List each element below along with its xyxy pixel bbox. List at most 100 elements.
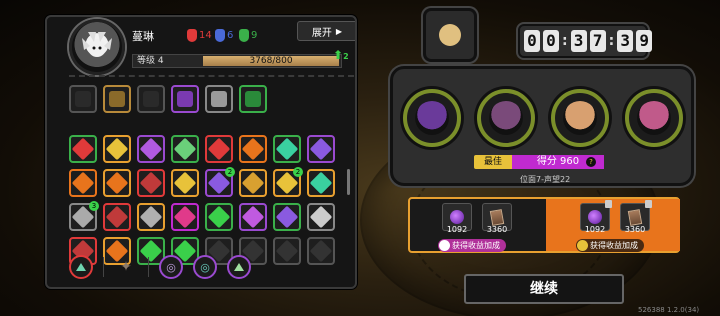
skill-icon	[173, 171, 197, 195]
info-icon[interactable]: ?	[586, 157, 596, 167]
skill-icon	[275, 205, 299, 229]
skill-slot[interactable]: 3	[69, 201, 99, 231]
skill-slot[interactable]	[171, 203, 199, 231]
crowned-mask-icon	[489, 101, 523, 135]
glasses-face-icon	[563, 101, 597, 135]
skill-slot[interactable]	[205, 203, 233, 231]
skill-icon	[105, 205, 129, 229]
relic-empty-icon	[143, 91, 159, 107]
skill-icon	[105, 137, 129, 161]
level-label: 等级 4	[137, 56, 164, 66]
rank-red-value: 14	[199, 30, 212, 41]
vertical-divider	[103, 257, 104, 277]
expand-button[interactable]: 展开 ▶	[297, 21, 355, 41]
filter-green-triangle-button[interactable]	[69, 255, 93, 279]
skill-icon	[275, 239, 299, 263]
red-mask-icon	[187, 29, 197, 42]
relic-empty-icon	[75, 91, 91, 107]
skill-slot[interactable]	[69, 169, 97, 197]
reward-bonus-tag[interactable]: 获得收益加成	[438, 239, 506, 252]
hero-glasses[interactable]	[551, 89, 609, 147]
reward-card-value-locked: 3360	[624, 225, 646, 234]
skill-icon	[105, 171, 129, 195]
skill-slot[interactable]	[307, 237, 335, 265]
hero-crowned-mask[interactable]	[477, 89, 535, 147]
relic-row	[69, 85, 267, 113]
reward-bonus-tag-locked[interactable]: 获得收益加成	[576, 239, 644, 252]
blossom-icon	[637, 101, 671, 135]
relic-gold-mask-icon	[109, 91, 125, 107]
green-mask-icon	[239, 29, 249, 42]
skill-slot[interactable]	[103, 135, 131, 163]
skill-slot[interactable]	[171, 135, 199, 163]
character-name: 蔓琳	[132, 30, 154, 43]
skill-slot[interactable]	[137, 169, 165, 197]
timer-digit: 0	[543, 30, 559, 52]
vertical-divider	[148, 257, 149, 277]
rank-blue-value: 6	[227, 30, 234, 41]
card-icon	[627, 208, 643, 226]
filter-triangle-button[interactable]	[227, 255, 251, 279]
skill-level-badge: 3	[89, 201, 99, 211]
play-arrow-icon: ▶	[335, 26, 343, 36]
skill-slot[interactable]	[171, 169, 199, 197]
play-circle-icon	[439, 240, 450, 251]
skill-slot[interactable]	[239, 203, 267, 231]
reward-card-value: 3360	[486, 225, 508, 234]
filter-cyan-button[interactable]: ◎	[193, 255, 217, 279]
skill-icon	[207, 137, 231, 161]
skill-slot[interactable]	[273, 237, 301, 265]
relic-silver-bag[interactable]	[205, 85, 233, 113]
skill-slot[interactable]	[273, 203, 301, 231]
skill-slot[interactable]	[307, 203, 335, 231]
skill-slot[interactable]	[69, 135, 97, 163]
relic-purple-scythe[interactable]	[171, 85, 199, 113]
boss-crown-badge[interactable]	[423, 8, 477, 62]
skill-slot[interactable]	[273, 135, 301, 163]
relic-empty[interactable]	[69, 85, 97, 113]
hero-purple-hood[interactable]	[403, 89, 461, 147]
reward-panel: 1092 3360 获得收益加成 1092 3360 获得收益加成	[408, 197, 680, 253]
skill-slot[interactable]	[103, 169, 131, 197]
skill-icon	[207, 205, 231, 229]
skill-icon	[309, 239, 333, 263]
relic-green-leaf[interactable]	[239, 85, 267, 113]
relic-empty[interactable]	[137, 85, 165, 113]
skill-icon	[139, 205, 163, 229]
skill-icon	[309, 137, 333, 161]
rank-green: 9	[239, 29, 257, 42]
timer-digit: 3	[570, 30, 587, 52]
skill-slot[interactable]	[307, 169, 335, 197]
skill-slot[interactable]: 2	[273, 167, 303, 197]
reward-orb-value-locked: 1092	[584, 225, 606, 234]
crown-icon	[439, 24, 461, 46]
purple-orb-icon	[450, 210, 464, 224]
skill-icon	[241, 171, 265, 195]
continue-button[interactable]: 继续	[464, 274, 624, 304]
skill-icon	[309, 205, 333, 229]
character-avatar[interactable]	[69, 19, 125, 75]
skill-slot[interactable]	[239, 135, 267, 163]
rank-red: 14	[187, 29, 212, 42]
filter-purple-button[interactable]: ◎	[159, 255, 183, 279]
blue-mask-icon	[215, 29, 225, 42]
skill-slot[interactable]	[307, 135, 335, 163]
filter-branch-button[interactable]: ✦	[114, 255, 138, 279]
skill-slot[interactable]: 2	[205, 167, 235, 197]
skill-icon	[241, 205, 265, 229]
skill-slot[interactable]	[239, 169, 267, 197]
skill-slot[interactable]	[205, 135, 233, 163]
skill-slot[interactable]	[103, 203, 131, 231]
hero-pink-blossom[interactable]	[625, 89, 683, 147]
triangle-icon	[76, 263, 86, 271]
skill-icon	[71, 137, 95, 161]
skill-slot[interactable]	[137, 135, 165, 163]
skill-grid: 2 2 3	[69, 135, 355, 265]
skill-slot[interactable]	[137, 203, 165, 231]
timer-digit: 3	[617, 30, 634, 52]
scrollbar[interactable]	[347, 169, 350, 195]
relic-gold-mask[interactable]	[103, 85, 131, 113]
hooded-figure-icon	[415, 101, 449, 135]
branch-icon: ✦	[120, 259, 132, 275]
skill-icon	[241, 137, 265, 161]
